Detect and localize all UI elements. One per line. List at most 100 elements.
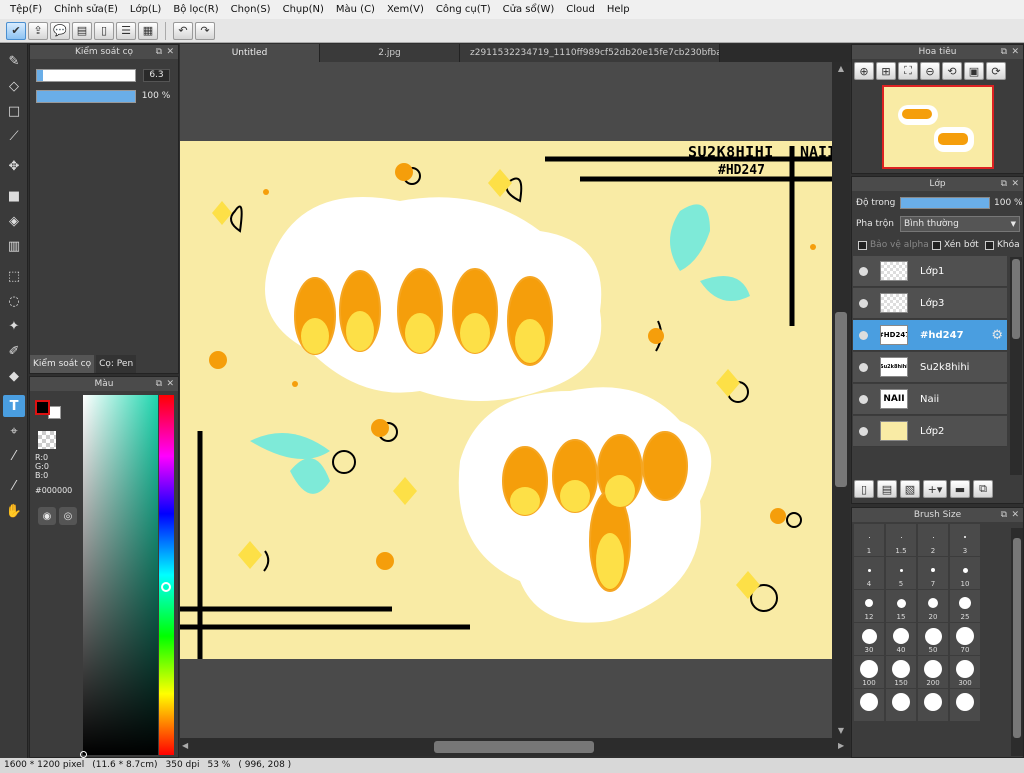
- tab-brush-pen[interactable]: Cọ: Pen: [96, 355, 137, 373]
- page-list-icon[interactable]: ☰: [116, 21, 136, 40]
- zoom-all-icon[interactable]: ⊞: [876, 62, 896, 80]
- brush-size-option[interactable]: [950, 689, 980, 721]
- layer-row[interactable]: Lớp2: [853, 416, 1007, 447]
- select-rect-tool-icon[interactable]: ⬚: [3, 265, 25, 287]
- eye-icon[interactable]: [859, 330, 868, 340]
- undo-icon[interactable]: ↶: [173, 21, 193, 40]
- menu-help[interactable]: Help: [601, 0, 636, 19]
- horizontal-scroll-thumb[interactable]: [434, 741, 594, 753]
- canvas-vertical-scrollbar[interactable]: ▲ ▼: [832, 62, 850, 738]
- eyedropper-tool-icon[interactable]: ⁄: [3, 445, 25, 467]
- tab-2jpg[interactable]: 2.jpg: [320, 44, 460, 62]
- lasso-tool-icon[interactable]: ◌: [3, 290, 25, 312]
- brush-size-option[interactable]: 10: [950, 557, 980, 589]
- brush-size-scroll-thumb[interactable]: [1013, 538, 1021, 738]
- move-tool-icon[interactable]: ✥: [3, 155, 25, 177]
- actual-size-icon[interactable]: ▣: [964, 62, 984, 80]
- eye-icon[interactable]: [859, 426, 868, 436]
- palette-add-icon[interactable]: ◎: [59, 507, 77, 525]
- brush-size-option[interactable]: 2: [918, 524, 948, 556]
- bucket-tool-icon[interactable]: ◈: [3, 210, 25, 232]
- eye-icon[interactable]: [859, 266, 868, 276]
- close-icon[interactable]: ✕: [166, 377, 174, 391]
- close-icon[interactable]: ✕: [1011, 508, 1019, 522]
- saturation-value-picker[interactable]: [80, 395, 158, 758]
- rectangle-tool-icon[interactable]: □: [3, 100, 25, 122]
- fill-rect-tool-icon[interactable]: ■: [3, 185, 25, 207]
- eraser-tool-icon[interactable]: ◇: [3, 75, 25, 97]
- scroll-left-icon[interactable]: ◀: [182, 741, 188, 750]
- comment-icon[interactable]: 💬: [50, 21, 70, 40]
- brush-size-option[interactable]: 150: [886, 656, 916, 688]
- hue-slider[interactable]: [159, 395, 174, 755]
- menu-window[interactable]: Cửa sổ(W): [497, 0, 561, 19]
- brush-size-option[interactable]: 5: [886, 557, 916, 589]
- layer-row[interactable]: Lớp3: [853, 288, 1007, 319]
- color-picker-cursor[interactable]: [80, 751, 87, 758]
- brush-size-scrollbar[interactable]: [1011, 528, 1023, 756]
- brush-size-option[interactable]: [854, 689, 884, 721]
- brush-size-option[interactable]: 100: [854, 656, 884, 688]
- menu-tools[interactable]: Công cụ(T): [430, 0, 497, 19]
- grid-icon[interactable]: ▦: [138, 21, 158, 40]
- select-pen-tool-icon[interactable]: ✐: [3, 340, 25, 362]
- zoom-in-icon[interactable]: ⊕: [854, 62, 874, 80]
- scroll-right-icon[interactable]: ▶: [838, 741, 844, 750]
- hue-slider-handle[interactable]: [161, 582, 171, 592]
- transparent-color-swatch[interactable]: [38, 431, 56, 449]
- brush-size-value[interactable]: 6.3: [143, 69, 170, 82]
- hand-tool-icon[interactable]: ✋: [3, 500, 25, 522]
- layer-row-selected[interactable]: #HD247 #hd247 ⚙: [853, 320, 1007, 351]
- blend-mode-select[interactable]: Bình thường ▼: [900, 216, 1020, 232]
- brush-size-option[interactable]: 300: [950, 656, 980, 688]
- text-tool-icon[interactable]: T: [3, 395, 25, 417]
- brush-size-option[interactable]: 40: [886, 623, 916, 655]
- eye-icon[interactable]: [859, 394, 868, 404]
- navigator-preview[interactable]: [882, 85, 994, 169]
- brush-size-option[interactable]: 25: [950, 590, 980, 622]
- eye-icon[interactable]: [859, 298, 868, 308]
- new-layer-icon[interactable]: ▯: [854, 480, 874, 498]
- add-layer-menu-icon[interactable]: +▾: [923, 480, 947, 498]
- brush-size-option[interactable]: 20: [918, 590, 948, 622]
- protect-alpha-option[interactable]: Bảo vệ alpha: [858, 240, 929, 250]
- brush-size-option[interactable]: 200: [918, 656, 948, 688]
- tab-untitled[interactable]: Untitled: [180, 44, 320, 62]
- float-icon[interactable]: ⧉: [1001, 508, 1007, 522]
- menu-edit[interactable]: Chỉnh sửa(E): [48, 0, 124, 19]
- eyedropper2-tool-icon[interactable]: ⁄: [3, 475, 25, 497]
- menu-layer[interactable]: Lớp(L): [124, 0, 167, 19]
- clip-option[interactable]: Xén bớt: [932, 240, 979, 250]
- brush-size-option[interactable]: 4: [854, 557, 884, 589]
- duplicate-layer-icon[interactable]: ⧉: [973, 480, 993, 498]
- folder-icon[interactable]: ▬: [950, 480, 970, 498]
- page-icon[interactable]: ▯: [94, 21, 114, 40]
- artwork-canvas[interactable]: SU2K8HIHI NAII #HD247: [180, 141, 832, 659]
- brush-size-option[interactable]: 70: [950, 623, 980, 655]
- palette-icon[interactable]: ◉: [38, 507, 56, 525]
- brush-size-option[interactable]: 3: [950, 524, 980, 556]
- speech-bubble-icon[interactable]: ▤: [72, 21, 92, 40]
- new-8bit-layer-icon[interactable]: ▧: [900, 480, 920, 498]
- gradient-tool-icon[interactable]: ▥: [3, 235, 25, 257]
- float-icon[interactable]: ⧉: [1001, 177, 1007, 191]
- layer-row[interactable]: NAII Naii: [853, 384, 1007, 415]
- menu-snap[interactable]: Chụp(N): [277, 0, 330, 19]
- new-halftone-layer-icon[interactable]: ▤: [877, 480, 897, 498]
- layer-scroll-thumb[interactable]: [1012, 259, 1020, 339]
- brush-size-option[interactable]: 12: [854, 590, 884, 622]
- eye-icon[interactable]: [859, 362, 868, 372]
- select-eraser-tool-icon[interactable]: ◆: [3, 365, 25, 387]
- float-icon[interactable]: ⧉: [156, 377, 162, 391]
- brush-size-slider[interactable]: [36, 69, 136, 82]
- export-icon[interactable]: ⇪: [28, 21, 48, 40]
- pen-tool-icon[interactable]: ✎: [3, 50, 25, 72]
- menu-view[interactable]: Xem(V): [381, 0, 430, 19]
- menu-cloud[interactable]: Cloud: [560, 0, 601, 19]
- layer-list-scrollbar[interactable]: [1010, 257, 1022, 475]
- brush-size-option[interactable]: 7: [918, 557, 948, 589]
- magic-wand-tool-icon[interactable]: ✦: [3, 315, 25, 337]
- brush-size-option[interactable]: [886, 689, 916, 721]
- layer-row[interactable]: Lớp1: [853, 256, 1007, 287]
- float-icon[interactable]: ⧉: [156, 45, 162, 59]
